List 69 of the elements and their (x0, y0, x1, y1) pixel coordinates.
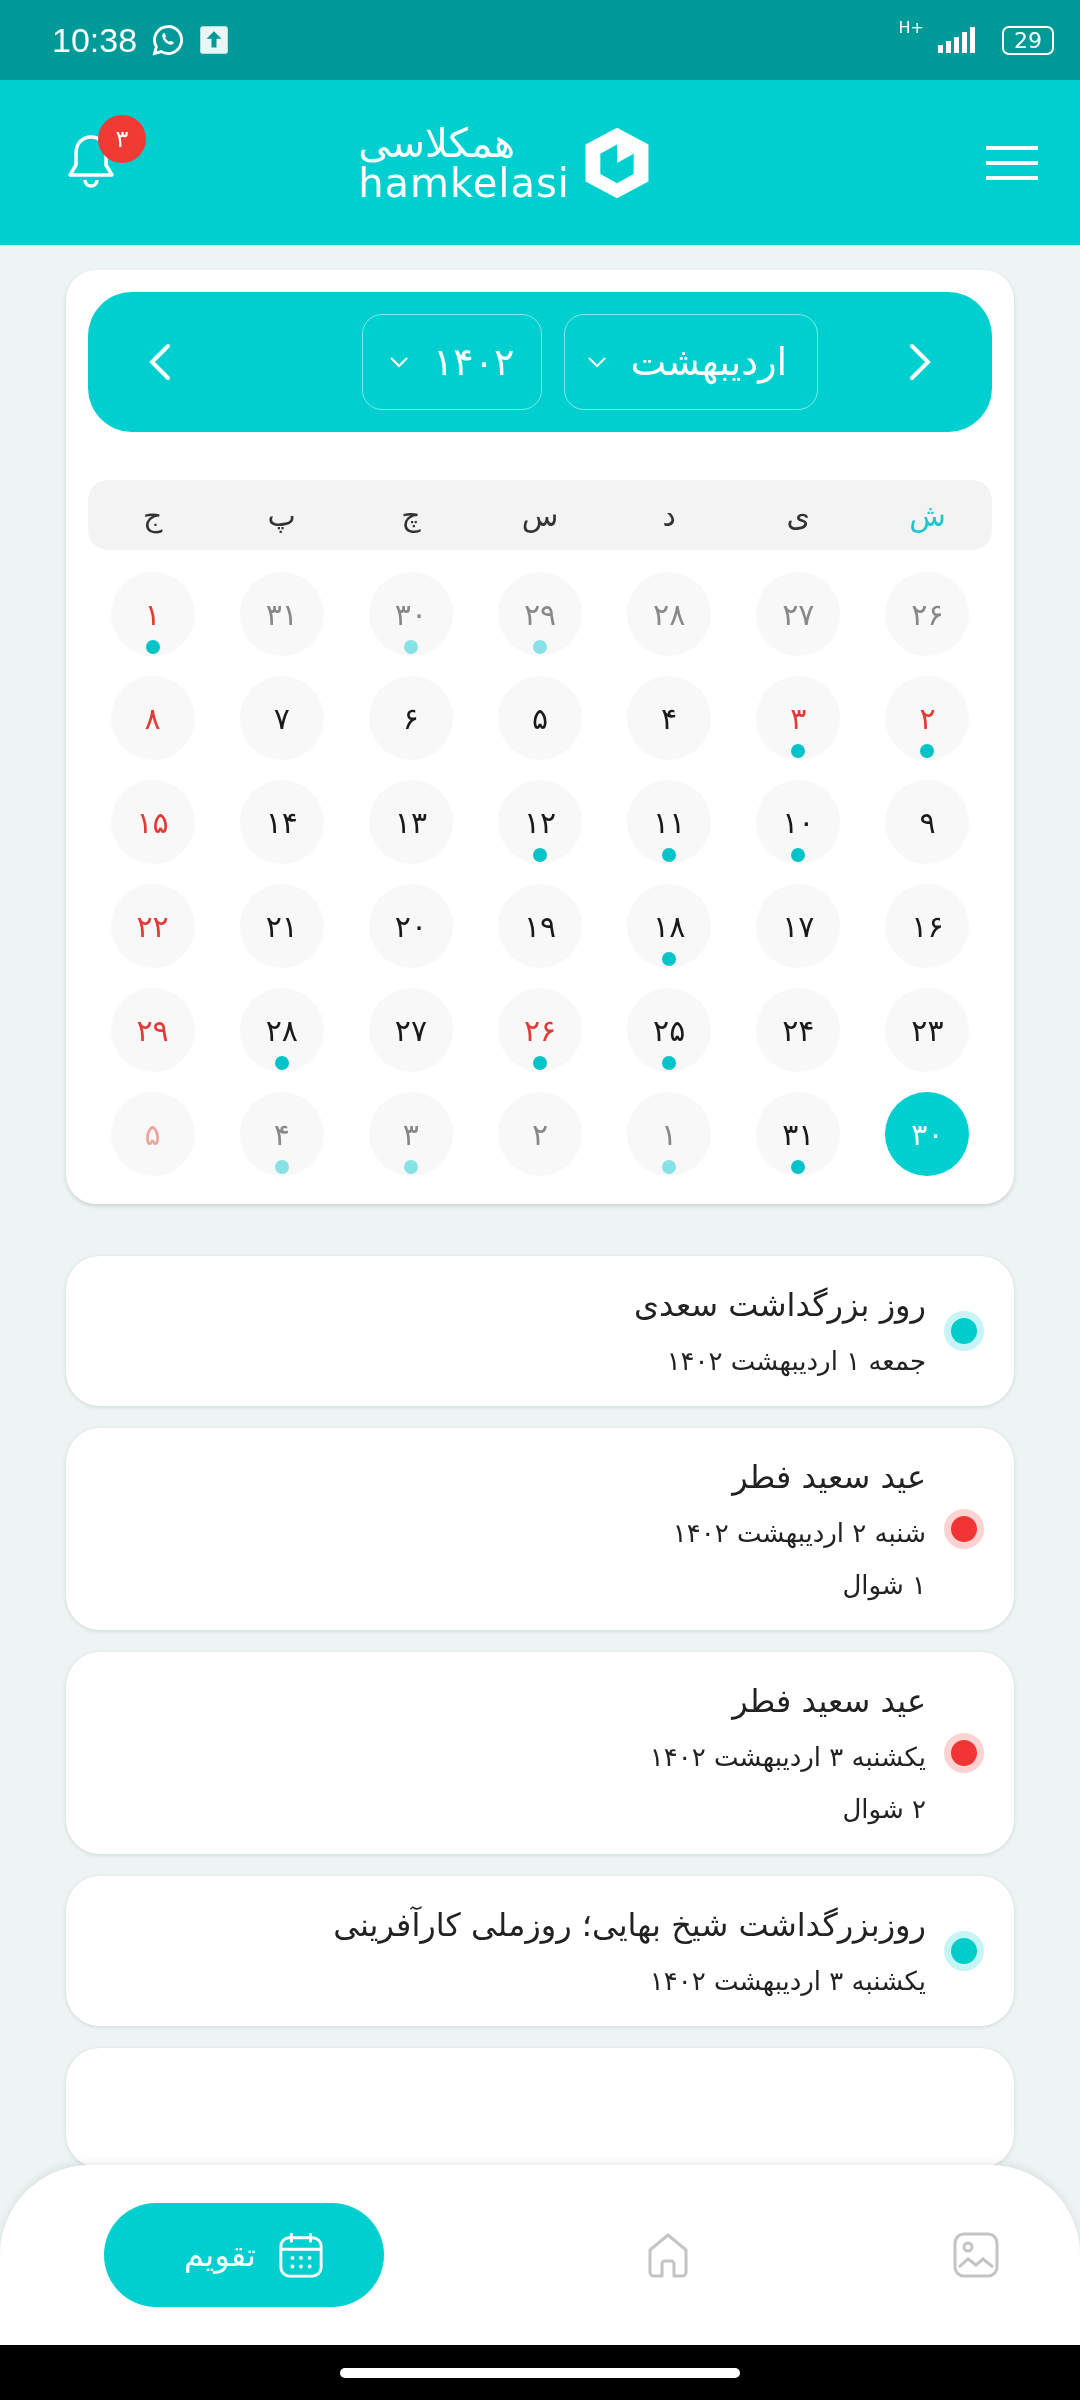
calendar-day[interactable]: ۲۵ (627, 988, 712, 1072)
calendar-icon (277, 2231, 324, 2279)
network-type: H+ (898, 18, 924, 37)
weekday-label: ی (786, 497, 811, 533)
chevron-down-icon (586, 356, 607, 368)
calendar-day[interactable]: ۱۶ (885, 884, 970, 968)
calendar-day[interactable]: ۱۳ (368, 780, 453, 864)
calendar-day[interactable]: ۱۲ (498, 780, 582, 864)
calendar-day[interactable]: ۲۶ (498, 988, 582, 1072)
menu-icon[interactable] (986, 144, 1038, 181)
calendar-day[interactable]: ۸ (110, 676, 195, 760)
calendar-day[interactable]: ۲۴ (756, 988, 841, 1072)
event-card[interactable]: روز بزرگداشت سعدی جمعه ۱ اردیبهشت ۱۴۰۲ (66, 1256, 1014, 1406)
weekday-label: چ (401, 497, 421, 533)
status-time: 10:38 (52, 20, 138, 60)
calendar-day[interactable]: ۱ (110, 572, 195, 656)
calendar-day[interactable]: ۱۸ (627, 884, 712, 968)
event-hijri-date: ۱ شوال (841, 1570, 926, 1600)
event-title: عید سعید فطر (730, 1458, 926, 1496)
calendar-day[interactable]: ۱۵ (110, 780, 195, 864)
weekday-label: ش (909, 497, 946, 533)
event-date: یکشنبه ۳ اردیبهشت ۱۴۰۲ (648, 1966, 926, 1996)
calendar-day[interactable]: ۷ (239, 676, 324, 760)
calendar-day[interactable]: ۳۱ (756, 1092, 841, 1176)
calendar-day[interactable]: ۴ (627, 676, 712, 760)
calendar-day[interactable]: ۵ (498, 676, 582, 760)
calendar-day[interactable]: ۱۴ (239, 780, 324, 864)
bell-icon[interactable] (66, 132, 116, 189)
calendar-day[interactable]: ۲۷ (368, 988, 453, 1072)
previous-month-icon[interactable] (148, 342, 172, 382)
calendar-day[interactable]: ۳ (756, 676, 841, 760)
calendar-day[interactable]: ۹ (885, 780, 970, 864)
calendar-day[interactable]: ۲۰ (368, 884, 453, 968)
weekday-label: س (521, 497, 559, 533)
weekday-label: ج (142, 497, 163, 533)
calendar-day[interactable]: ۶ (368, 676, 453, 760)
event-hijri-date: ۲ شوال (841, 1794, 926, 1824)
event-date: جمعه ۱ اردیبهشت ۱۴۰۲ (665, 1346, 926, 1376)
event-date: یکشنبه ۳ اردیبهشت ۱۴۰۲ (649, 1742, 926, 1772)
calendar-day[interactable]: ۲۳ (885, 988, 970, 1072)
chevron-down-icon (388, 356, 409, 368)
event-card[interactable]: عید سعید فطر شنبه ۲ اردیبهشت ۱۴۰۲ ۱ شوال (66, 1428, 1014, 1630)
event-card[interactable]: عید سعید فطر یکشنبه ۳ اردیبهشت ۱۴۰۲ ۲ شوال (66, 1652, 1014, 1854)
event-title: عید سعید فطر (730, 1682, 926, 1720)
calendar-day[interactable]: ۲۸ (239, 988, 324, 1072)
calendar-day[interactable]: ۲۱ (239, 884, 324, 968)
calendar-day[interactable]: ۲۹ (110, 988, 195, 1072)
upload-icon (199, 25, 230, 55)
battery-indicator: 29 (1002, 25, 1054, 55)
weekday-label: د (662, 497, 676, 533)
event-date: شنبه ۲ اردیبهشت ۱۴۰۲ (672, 1518, 926, 1548)
weekday-label: پ (267, 497, 296, 533)
event-card[interactable] (66, 2048, 1014, 2168)
image-icon (952, 2231, 1000, 2279)
calendar-day[interactable]: ۲ (885, 676, 970, 760)
chat-icon (151, 23, 186, 57)
calendar-day[interactable]: ۱۹ (498, 884, 582, 968)
event-title: روزبزرگداشت شیخ بهایی؛ روزملی کارآفرینی (333, 1906, 926, 1944)
calendar-day[interactable]: ۱۱ (627, 780, 712, 864)
notification-badge: ۳ (98, 114, 146, 163)
calendar-day[interactable]: ۲۲ (110, 884, 195, 968)
logo-title: همکلاسی (358, 122, 516, 163)
event-card[interactable]: روزبزرگداشت شیخ بهایی؛ روزملی کارآفرینی یکشنبه ۳ اردیبهشت ۱۴۰۲ (66, 1876, 1014, 2026)
logo-wordmark: hamkelasi (358, 162, 570, 203)
calendar-day[interactable]: ۱۷ (756, 884, 841, 968)
calendar-day[interactable]: ۱۰ (756, 780, 841, 864)
next-month-icon[interactable] (908, 342, 932, 382)
event-title: روز بزرگداشت سعدی (634, 1286, 926, 1324)
home-indicator[interactable] (340, 2367, 740, 2378)
